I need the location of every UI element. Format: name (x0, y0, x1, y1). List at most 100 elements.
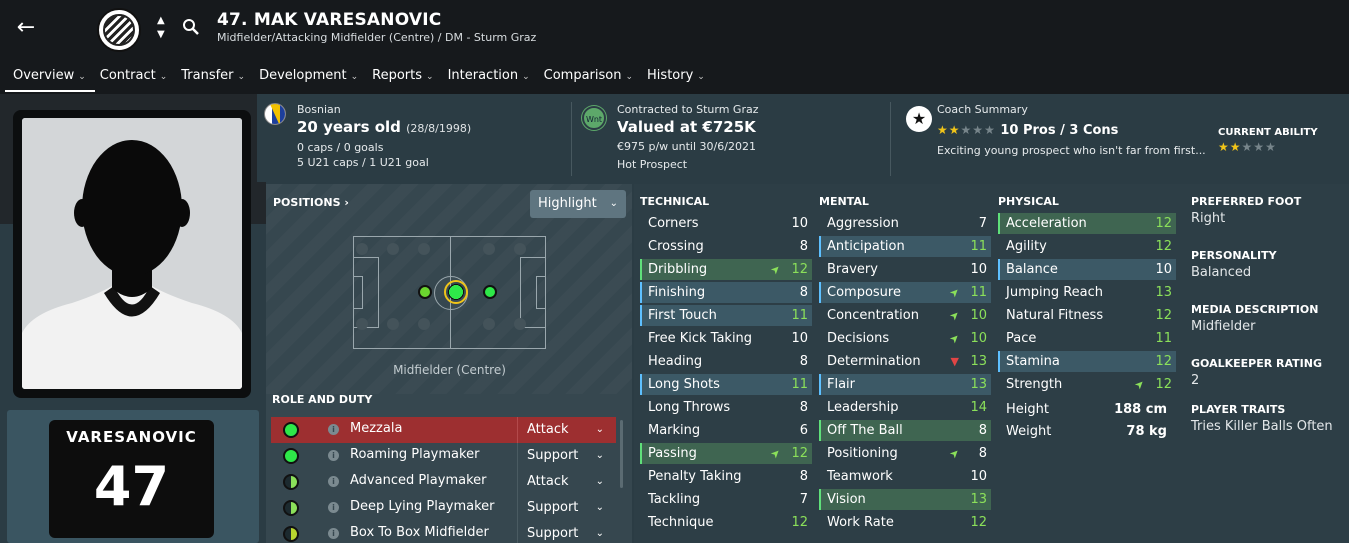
tab-transfer[interactable]: Transfer ⌄ (174, 66, 252, 94)
attribute-value: 12 (970, 515, 987, 530)
divider (890, 102, 891, 176)
attribute-positioning[interactable]: Positioning ➤ 8 (819, 443, 991, 464)
media-label: MEDIA DESCRIPTION (1191, 303, 1319, 316)
tab-overview[interactable]: Overview ⌄ (0, 66, 95, 94)
contract-club[interactable]: Contracted to Sturm Graz (617, 102, 758, 117)
attribute-acceleration[interactable]: Acceleration 12 (998, 213, 1176, 234)
search-icon[interactable] (182, 18, 200, 36)
back-arrow-icon[interactable]: ← (12, 14, 40, 42)
attribute-bravery[interactable]: Bravery 10 (819, 259, 991, 280)
info-icon[interactable]: i (328, 502, 339, 513)
duty-dropdown[interactable]: Support ⌄ (517, 443, 616, 469)
info-icon[interactable]: i (328, 450, 339, 461)
attribute-flair[interactable]: Flair 13 (819, 374, 991, 395)
attribute-penalty-taking[interactable]: Penalty Taking 8 (640, 466, 812, 487)
role-row[interactable]: i Roaming Playmaker Support ⌄ (271, 443, 616, 469)
role-row[interactable]: i Advanced Playmaker Attack ⌄ (271, 469, 616, 495)
attribute-leadership[interactable]: Leadership 14 (819, 397, 991, 418)
coach-star-icon: ★ (906, 106, 932, 132)
attribute-balance[interactable]: Balance 10 (998, 259, 1176, 280)
attribute-name: Bravery (827, 262, 878, 277)
coach-block[interactable]: Coach Summary ★★★★★ 10 Pros / 3 Cons Exc… (937, 102, 1206, 158)
role-row[interactable]: i Deep Lying Playmaker Support ⌄ (271, 495, 616, 521)
attribute-anticipation[interactable]: Anticipation 11 (819, 236, 991, 257)
tab-label: Interaction (447, 68, 519, 83)
attribute-jumping-reach[interactable]: Jumping Reach 13 (998, 282, 1176, 303)
attribute-finishing[interactable]: Finishing 8 (640, 282, 812, 303)
duty-dropdown[interactable]: Attack ⌄ (517, 469, 616, 495)
attribute-corners[interactable]: Corners 10 (640, 213, 812, 234)
info-icon[interactable]: i (328, 528, 339, 539)
attribute-work-rate[interactable]: Work Rate 12 (819, 512, 991, 533)
tab-comparison[interactable]: Comparison ⌄ (537, 66, 640, 94)
chevron-down-icon: ⌄ (595, 502, 604, 513)
info-icon[interactable]: i (328, 476, 339, 487)
tab-development[interactable]: Development ⌄ (252, 66, 365, 94)
tab-label: Contract (99, 68, 156, 83)
attribute-first-touch[interactable]: First Touch 11 (640, 305, 812, 326)
attribute-tackling[interactable]: Tackling 7 (640, 489, 812, 510)
attribute-value: 11 (791, 308, 808, 323)
attribute-teamwork[interactable]: Teamwork 10 (819, 466, 991, 487)
foot-label: PREFERRED FOOT (1191, 195, 1302, 208)
player-subtitle: Midfielder/Attacking Midfielder (Centre)… (217, 31, 537, 44)
chevron-down-icon: ⌄ (237, 72, 246, 82)
attribute-strength[interactable]: Strength ➤ 12 (998, 374, 1176, 395)
attribute-vision[interactable]: Vision 13 (819, 489, 991, 510)
tab-label: Reports (372, 68, 423, 83)
nationality[interactable]: Bosnian (297, 102, 471, 117)
attribute-long-throws[interactable]: Long Throws 8 (640, 397, 812, 418)
traits-value[interactable]: Tries Killer Balls Often (1191, 419, 1333, 434)
duty-dropdown[interactable]: Support ⌄ (517, 495, 616, 521)
attribute-free-kick-taking[interactable]: Free Kick Taking 10 (640, 328, 812, 349)
role-row[interactable]: i Mezzala Attack ⌄ (271, 417, 616, 443)
highlight-dropdown[interactable]: Highlight ⌄ (530, 190, 626, 218)
duty-dropdown[interactable]: Support ⌄ (517, 521, 616, 543)
attribute-name: First Touch (648, 308, 717, 323)
attribute-heading[interactable]: Heading 8 (640, 351, 812, 372)
attribute-pace[interactable]: Pace 11 (998, 328, 1176, 349)
player-photo (22, 118, 242, 389)
attribute-name: Jumping Reach (1006, 285, 1104, 300)
tab-history[interactable]: History ⌄ (640, 66, 712, 94)
player-title: 47. MAK VARESANOVIC (217, 10, 442, 30)
chevron-down-icon: ⌄ (609, 198, 618, 209)
attribute-dribbling[interactable]: Dribbling ➤ 12 (640, 259, 812, 280)
role-row[interactable]: i Box To Box Midfielder Support ⌄ (271, 521, 616, 543)
attribute-value: 12 (1155, 216, 1172, 231)
attribute-value: 13 (970, 354, 987, 369)
caps: 0 caps / 0 goals (297, 141, 384, 154)
attribute-passing[interactable]: Passing ➤ 12 (640, 443, 812, 464)
attribute-stamina[interactable]: Stamina 12 (998, 351, 1176, 372)
tab-contract[interactable]: Contract ⌄ (93, 66, 174, 94)
attribute-decisions[interactable]: Decisions ➤ 10 (819, 328, 991, 349)
attribute-long-shots[interactable]: Long Shots 11 (640, 374, 812, 395)
attribute-technique[interactable]: Technique 12 (640, 512, 812, 533)
positions-heading[interactable]: POSITIONS › (273, 196, 349, 209)
attribute-marking[interactable]: Marking 6 (640, 420, 812, 441)
star-icon: ★ (1241, 140, 1254, 154)
attribute-name: Decisions (827, 331, 890, 346)
attribute-value: 12 (791, 515, 808, 530)
info-icon[interactable]: i (328, 424, 339, 435)
club-crest-icon[interactable] (97, 8, 141, 52)
player-nav-updown-icon[interactable]: ▲ ▼ (157, 14, 165, 42)
attribute-value: 13 (1155, 285, 1172, 300)
attribute-composure[interactable]: Composure ➤ 11 (819, 282, 991, 303)
trend-up-icon: ➤ (946, 445, 963, 462)
attribute-value: 12 (1155, 239, 1172, 254)
tab-reports[interactable]: Reports ⌄ (365, 66, 440, 94)
attribute-crossing[interactable]: Crossing 8 (640, 236, 812, 257)
attribute-aggression[interactable]: Aggression 7 (819, 213, 991, 234)
attribute-concentration[interactable]: Concentration ➤ 10 (819, 305, 991, 326)
attribute-natural-fitness[interactable]: Natural Fitness 12 (998, 305, 1176, 326)
attribute-off-the-ball[interactable]: Off The Ball 8 (819, 420, 991, 441)
attribute-agility[interactable]: Agility 12 (998, 236, 1176, 257)
attribute-name: Crossing (648, 239, 704, 254)
duty-dropdown[interactable]: Attack ⌄ (517, 417, 616, 443)
role-list-scrollbar[interactable] (620, 420, 623, 488)
attribute-determination[interactable]: Determination ▼ 13 (819, 351, 991, 372)
attribute-value: 12 (791, 446, 808, 461)
foot-value: Right (1191, 211, 1226, 226)
tab-interaction[interactable]: Interaction ⌄ (441, 66, 537, 94)
